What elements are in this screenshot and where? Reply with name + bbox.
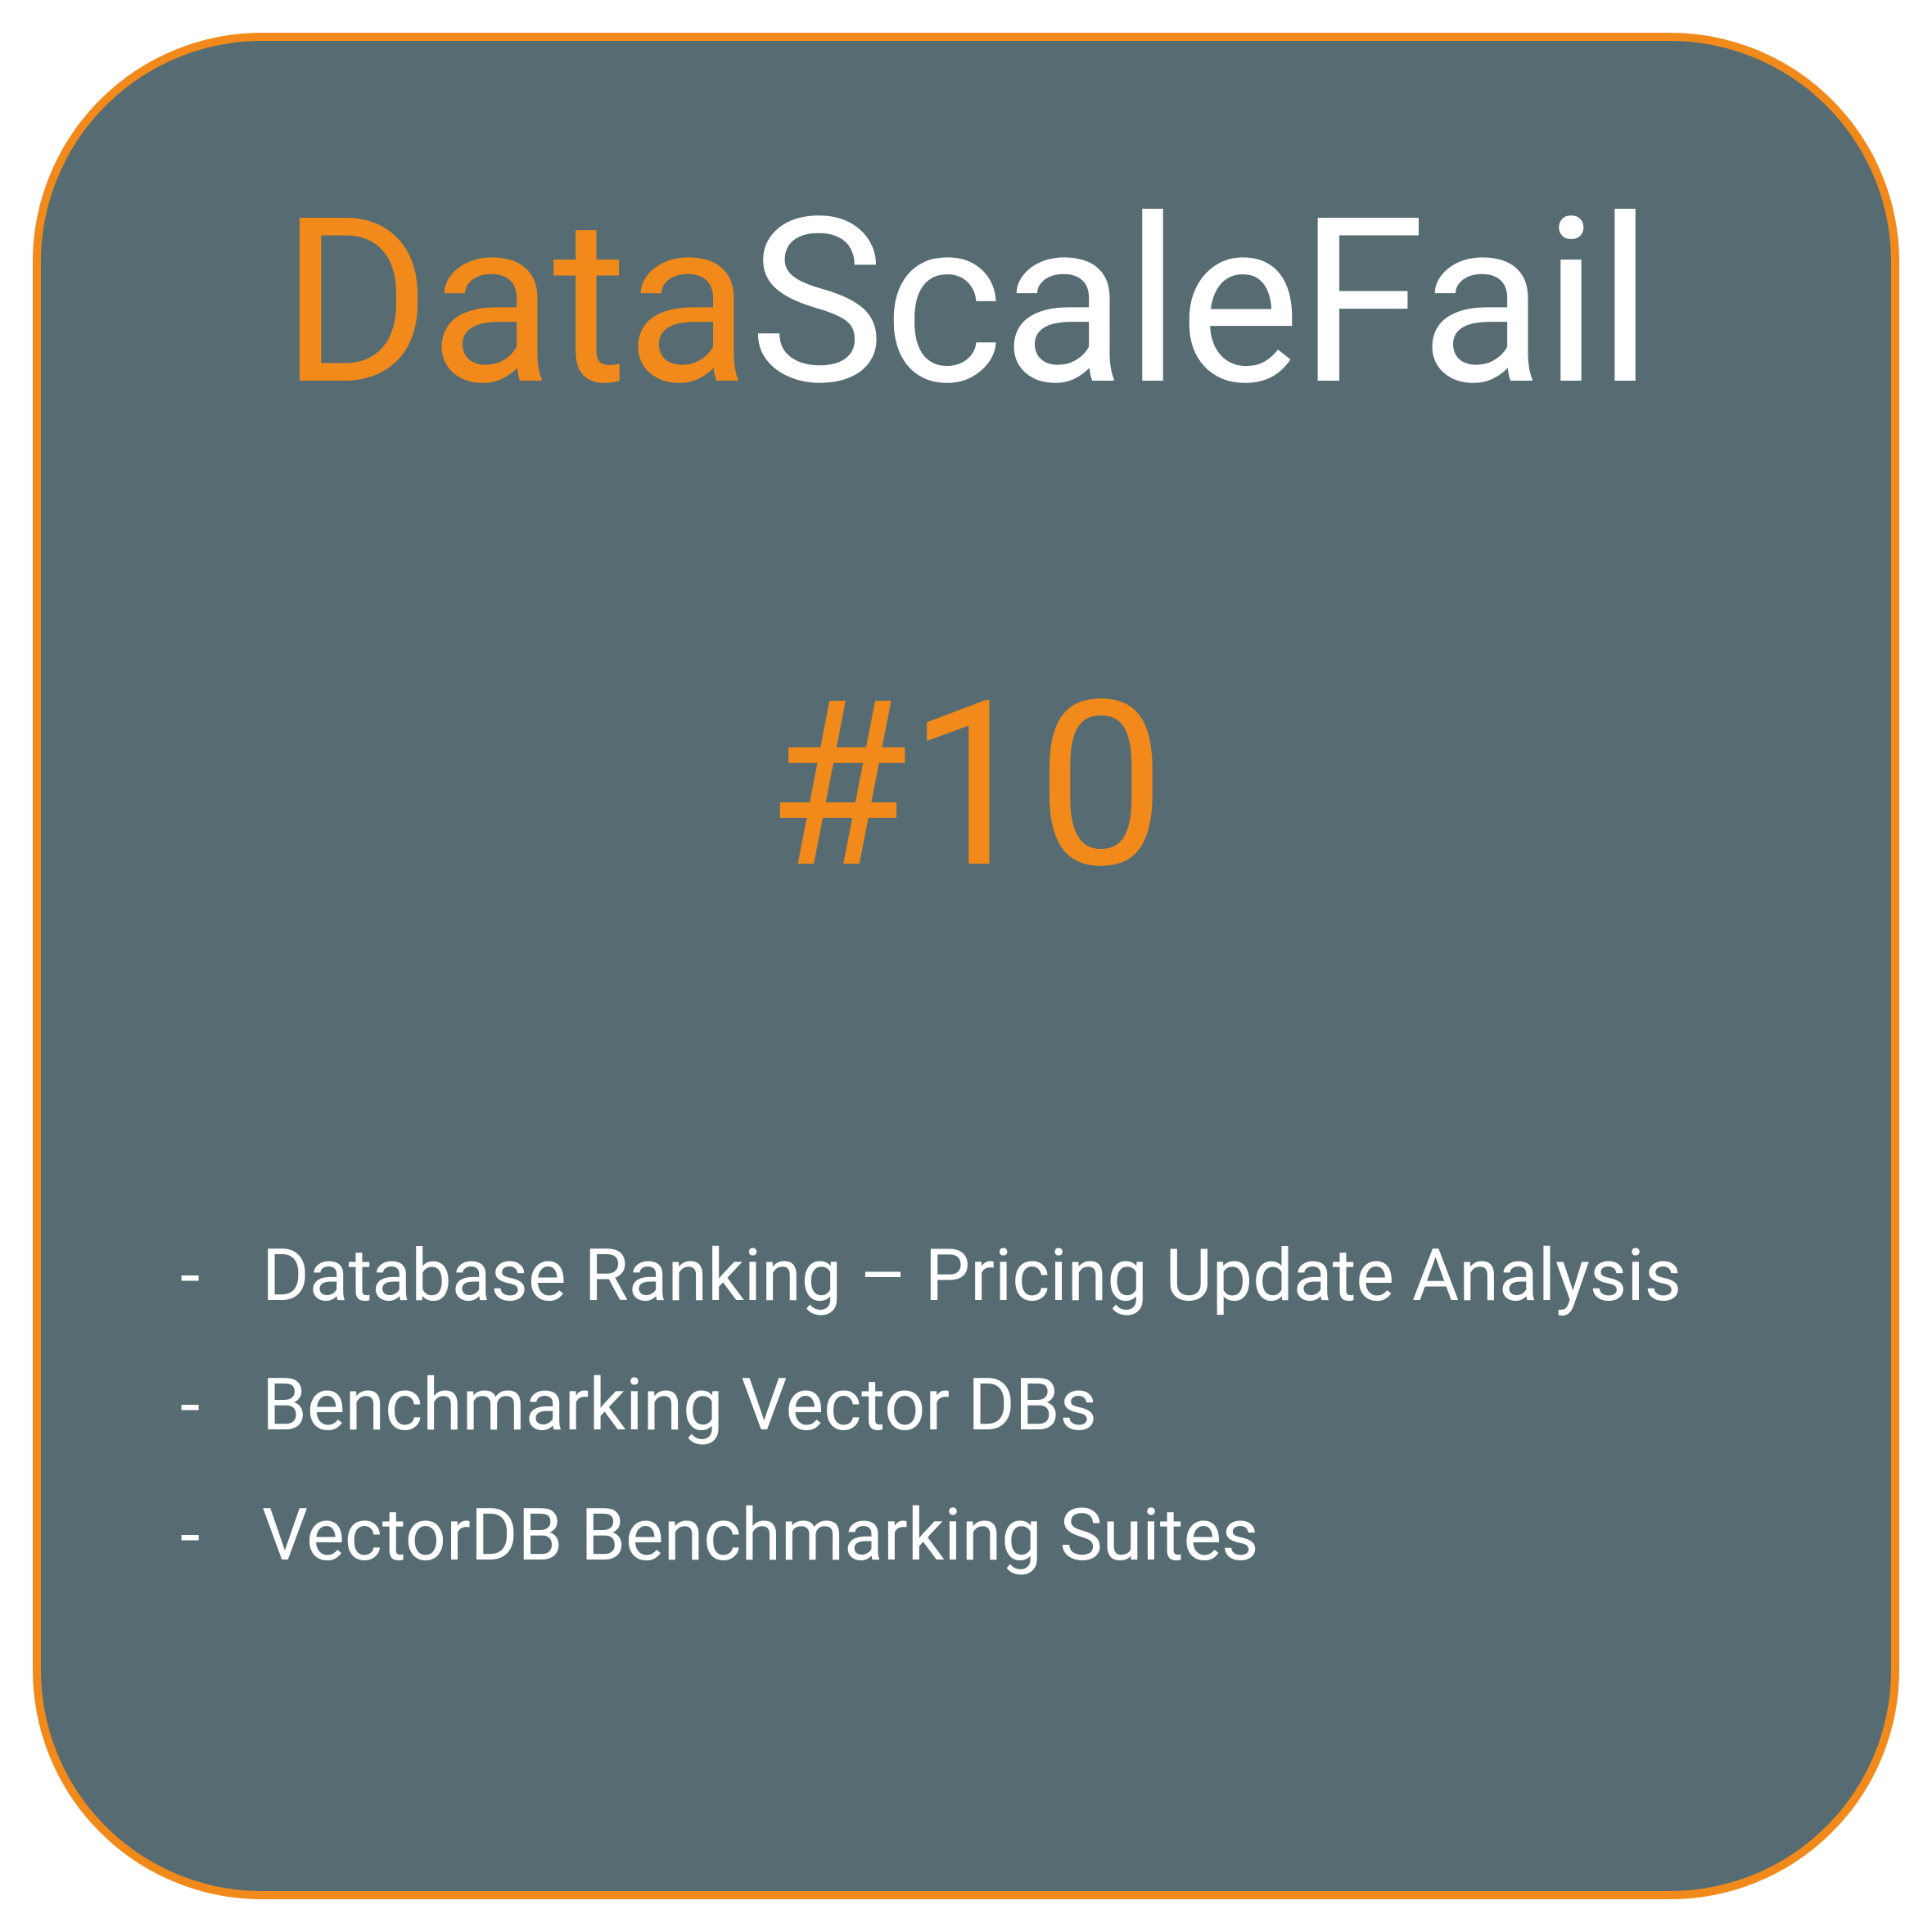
bullet-dash: - (180, 1471, 262, 1600)
list-item: - VectorDB Benchmarking Suites (180, 1471, 1776, 1600)
bullet-dash: - (180, 1341, 262, 1470)
list-item: - Benchmarking Vector DBs (180, 1341, 1776, 1470)
bullet-dash: - (180, 1212, 262, 1341)
bullet-text: Benchmarking Vector DBs (262, 1341, 1776, 1470)
content-card: DataScaleFail #10 - Database Ranking – P… (33, 33, 1899, 1899)
bullet-text: VectorDB Benchmarking Suites (262, 1471, 1776, 1600)
list-item: - Database Ranking – Pricing Update Anal… (180, 1212, 1776, 1341)
title: DataScaleFail (156, 188, 1776, 418)
title-accent: Data (281, 169, 749, 437)
bullet-list: - Database Ranking – Pricing Update Anal… (156, 1212, 1776, 1600)
bullet-text: Database Ranking – Pricing Update Analys… (262, 1212, 1776, 1341)
title-rest: ScaleFail (749, 169, 1651, 437)
issue-number: #10 (156, 671, 1776, 901)
